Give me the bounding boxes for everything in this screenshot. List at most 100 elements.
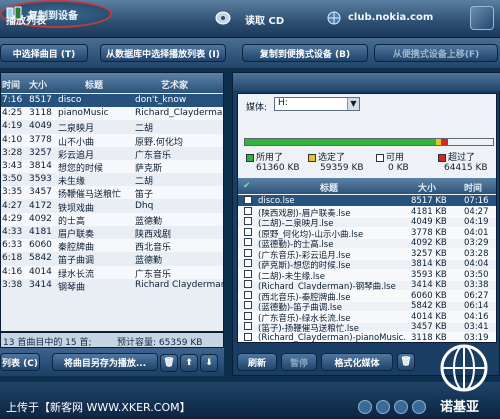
table-row[interactable]: 3:50 3593 未生缘 二胡 [1, 173, 223, 188]
cell-size: 3414 KB [411, 280, 447, 290]
table-row[interactable]: 4:27 4172 铁坝戏曲 Dhq [1, 200, 223, 214]
col-artist[interactable]: 艺术家 [161, 78, 188, 91]
save-as-playlist-button[interactable]: 将曲目另存为播放... [52, 353, 158, 371]
cell-time: 4:29 [2, 213, 23, 224]
cell-size: 3593 [29, 174, 52, 185]
row-checkbox[interactable] [244, 332, 252, 341]
media-select-value: H: [278, 98, 288, 108]
media-label: 媒体: [246, 103, 268, 113]
play-icon[interactable] [376, 400, 390, 414]
cell-time: 03:38 [464, 280, 489, 290]
row-checkbox[interactable] [244, 196, 252, 204]
table-row[interactable]: 3:43 3814 想您的时候 萨克斯 [1, 160, 223, 174]
row-checkbox[interactable] [244, 206, 252, 215]
delete-icon[interactable]: 🗑 [160, 354, 178, 372]
cell-artist: 蓝德勤 [135, 256, 163, 267]
cell-time: 04:01 [464, 227, 489, 238]
col-title[interactable]: 标题 [320, 181, 338, 194]
cell-time: 4:10 [2, 134, 23, 145]
cell-time: 03:41 [464, 322, 489, 332]
check-all-icon[interactable]: ✔ [243, 181, 251, 191]
col-size[interactable]: 大小 [418, 181, 436, 194]
cell-time: 6:18 [2, 253, 23, 264]
club-nokia-link[interactable]: club.nokia.com [348, 12, 433, 23]
copy-to-portable-button[interactable]: 复制到便携式设备 (B) [242, 44, 368, 62]
cell-artist: Dhq [135, 200, 154, 211]
row-checkbox[interactable] [244, 269, 252, 278]
table-row[interactable]: 6:18 5842 笛子曲调 蓝德勤 [1, 252, 223, 267]
table-row[interactable]: 7:16 8517 disco don't_know [1, 94, 223, 107]
col-title[interactable]: 标题 [85, 78, 103, 91]
globe-icon [327, 11, 341, 25]
move-up-icon[interactable]: ⬆ [180, 354, 198, 372]
table-row[interactable]: 3:35 3457 扬鞭催马送粮忙 笛子 [1, 186, 223, 200]
cell-artist: 西北音乐 [135, 243, 172, 254]
next-icon[interactable] [394, 400, 408, 414]
cell-size: 8517 KB [411, 196, 447, 206]
playlist-count: 13 首曲目中的 15 首; [3, 338, 92, 348]
cell-artist: Richard_Clayderman [135, 108, 224, 119]
table-row[interactable]: 4:16 4014 绿水长流 广东音乐 [1, 265, 223, 280]
cell-size: 3118 [29, 108, 52, 119]
cell-artist: Richard Clayderman [135, 279, 224, 290]
cell-title: 山不小曲 [58, 137, 95, 148]
cell-time: 03:28 [464, 248, 489, 259]
row-checkbox[interactable] [244, 217, 252, 225]
cell-time: 03:29 [464, 238, 489, 248]
remove-from-portable-button[interactable]: 从便携式设备上移(F) [374, 44, 498, 62]
chevron-down-icon[interactable]: ▼ [347, 98, 359, 110]
device-panel: 媒体: H: ▼ 所用了 选定了 可用 超过了 61360 KB 59359 K… [232, 72, 500, 376]
window-menu-icon[interactable] [470, 6, 494, 30]
refresh-button[interactable]: 刷新 [237, 353, 277, 371]
pause-button[interactable]: 暂停 [281, 353, 317, 371]
globe-logo-icon [440, 344, 488, 392]
media-select[interactable]: H: ▼ [274, 97, 360, 111]
cell-size: 3414 [29, 279, 52, 290]
row-checkbox[interactable] [244, 301, 252, 309]
cell-artist: 二胡 [135, 177, 154, 188]
table-row[interactable]: 4:10 3778 山不小曲 原野.何化均 [1, 133, 223, 148]
table-row[interactable]: 4:29 4092 的士高 蓝德勤 [1, 212, 223, 227]
cell-size: 3814 KB [411, 259, 447, 269]
cell-title: 秦腔牌曲 [58, 243, 95, 254]
format-media-button[interactable]: 格式化媒体 [321, 353, 393, 371]
cell-time: 3:35 [2, 187, 23, 198]
row-checkbox[interactable] [244, 238, 252, 246]
table-row[interactable]: 4:25 3118 pianoMusic Richard_Clayderman [1, 107, 224, 121]
cell-size: 3778 [29, 134, 52, 145]
choose-tracks-button[interactable]: 中选择曲目 (T) [0, 44, 88, 62]
row-checkbox[interactable] [244, 290, 252, 299]
choose-from-library-button[interactable]: 从数据库中选择播放列表 (I) [100, 44, 226, 62]
row-checkbox[interactable] [244, 280, 252, 288]
previous-icon[interactable] [358, 400, 372, 414]
delete-icon[interactable]: 🗑 [397, 353, 415, 371]
move-down-icon[interactable]: ⬇ [200, 354, 218, 372]
row-checkbox[interactable] [244, 259, 252, 267]
row-checkbox[interactable] [244, 227, 252, 236]
device-list-header: ✔ 标题 大小 时间 [238, 178, 496, 194]
playlist-panel: 时间 大小 标题 艺术家 7:16 8517 disco don't_know 4:25… [0, 72, 224, 332]
table-row[interactable]: 4:33 4181 眉户联奏 陕西戏剧 [1, 226, 223, 240]
col-time[interactable]: 时间 [2, 78, 20, 91]
cell-time: 04:04 [464, 259, 489, 269]
table-row[interactable]: 3:38 3414 钢琴曲 Richard Clayderman [1, 279, 224, 293]
over-value: 64415 KB [444, 163, 488, 173]
table-row[interactable]: 4:19 4049 二泉映月 二胡 [1, 120, 223, 134]
used-value: 61360 KB [256, 163, 300, 173]
cell-time: 04:16 [464, 311, 489, 322]
col-time[interactable]: 时间 [464, 181, 482, 194]
cell-size: 4049 KB [411, 217, 447, 227]
table-row[interactable]: 3:28 3257 彩云追月 广东音乐 [1, 147, 223, 161]
list-button[interactable]: 列表 (C) [0, 353, 40, 371]
row-checkbox[interactable] [244, 248, 252, 257]
table-row[interactable]: 6:33 6060 秦腔牌曲 西北音乐 [1, 239, 223, 254]
read-cd-tab[interactable]: 读取 CD [245, 12, 284, 27]
cell-size: 3778 KB [411, 227, 447, 238]
row-checkbox[interactable] [244, 311, 252, 320]
cell-title: (Richard_Clayderman)-pianoMusic. [258, 332, 407, 343]
cell-title: 笛子曲调 [58, 256, 95, 267]
cell-title: 绿水长流 [58, 269, 95, 280]
col-size[interactable]: 大小 [29, 78, 47, 91]
row-checkbox[interactable] [244, 322, 252, 330]
cell-time: 03:50 [464, 269, 489, 280]
